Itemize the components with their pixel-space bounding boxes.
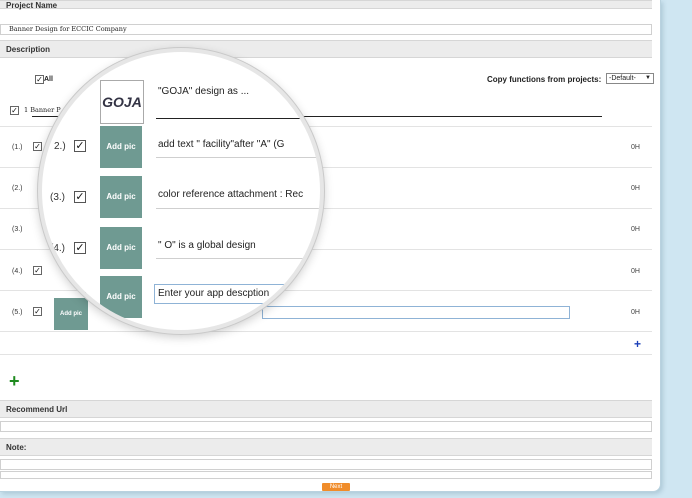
row-divider xyxy=(0,331,652,332)
row-0-checkbox[interactable]: ✓ xyxy=(10,106,19,115)
lens-item-5-thumbnail[interactable]: Add pic xyxy=(100,276,142,318)
lens-item-2-checkbox[interactable]: ✓ xyxy=(74,140,86,152)
row-2-number: (2.) xyxy=(12,185,23,192)
row-5-description-input[interactable] xyxy=(262,306,570,319)
lens-item-2-underline xyxy=(156,157,320,158)
row-3-number: (3.) xyxy=(12,226,23,233)
project-name-header: Project Name xyxy=(0,0,652,10)
row-5-checkbox[interactable]: ✓ xyxy=(33,307,42,316)
lens-item-2-number: 2.) xyxy=(54,141,66,152)
note-field[interactable] xyxy=(0,459,652,470)
row-2-hours: 0H xyxy=(631,185,640,192)
project-name-field[interactable]: Banner Design for ECCIC Company xyxy=(0,24,652,35)
lens-item-5-checkbox[interactable]: ✓ xyxy=(74,292,86,304)
lens-item-4-checkbox[interactable]: ✓ xyxy=(74,242,86,254)
plus-green-icon[interactable]: + xyxy=(9,371,20,392)
lens-item-5-desc[interactable]: Enter your app descption xyxy=(158,288,320,299)
note-field-extra[interactable] xyxy=(0,471,652,479)
copy-functions-label: Copy functions from projects: xyxy=(487,75,602,84)
note-header: Note: xyxy=(0,438,652,456)
lens-item-3-thumbnail[interactable]: Add pic xyxy=(100,176,142,218)
row-4-number: (4.) xyxy=(12,268,23,275)
lens-item-3-checkbox[interactable]: ✓ xyxy=(74,191,86,203)
lens-item-4-thumbnail[interactable]: Add pic xyxy=(100,227,142,269)
project-form-panel: Project Name Banner Design for ECCIC Com… xyxy=(0,0,661,492)
description-header: Description xyxy=(0,40,652,58)
copy-projects-select[interactable]: -Default- ▼ xyxy=(606,73,654,84)
lens-item-4-desc[interactable]: " O" is a global design xyxy=(158,240,320,251)
lens-item-4-underline xyxy=(156,258,320,259)
lens-item-2-desc[interactable]: add text " facility"after "A" (G xyxy=(158,139,320,150)
lens-item-2-thumbnail[interactable]: Add pic xyxy=(100,126,142,168)
lens-item-4-number: (4.) xyxy=(50,243,65,254)
recommend-url-field[interactable] xyxy=(0,421,652,432)
row-4-checkbox[interactable]: ✓ xyxy=(33,266,42,275)
row-1-checkbox[interactable]: ✓ xyxy=(33,142,42,151)
copy-select-value: -Default- xyxy=(609,75,636,82)
row-4-hours: 0H xyxy=(631,268,640,275)
select-all-checkbox[interactable]: ✓ xyxy=(35,75,44,84)
recommend-url-header: Recommend Url xyxy=(0,400,652,418)
dropdown-arrow-icon: ▼ xyxy=(645,75,651,81)
lens-item-3-number: (3.) xyxy=(50,192,65,203)
row-1-number: (1.) xyxy=(12,144,23,151)
magnifier-lens: GOJA "GOJA" design as ... 2.) ✓ Add pic … xyxy=(38,48,324,334)
goja-logo-thumbnail: GOJA xyxy=(100,80,144,124)
row-1-hours: 0H xyxy=(631,144,640,151)
lens-item-1-desc: "GOJA" design as ... xyxy=(158,86,250,97)
plus-blue-icon[interactable]: + xyxy=(634,337,641,351)
row-5-hours: 0H xyxy=(631,309,640,316)
next-button[interactable]: Next xyxy=(322,483,350,491)
lens-item-3-underline xyxy=(156,208,320,209)
lens-item-3-desc[interactable]: color reference attachment : Rec xyxy=(158,189,320,200)
row-5-number: (5.) xyxy=(12,309,23,316)
select-all-label: All xyxy=(44,76,53,83)
row-divider xyxy=(0,354,652,355)
lens-item-1-underline xyxy=(156,118,320,119)
first-row-text: 1 Banner P xyxy=(24,106,61,114)
row-3-hours: 0H xyxy=(631,226,640,233)
